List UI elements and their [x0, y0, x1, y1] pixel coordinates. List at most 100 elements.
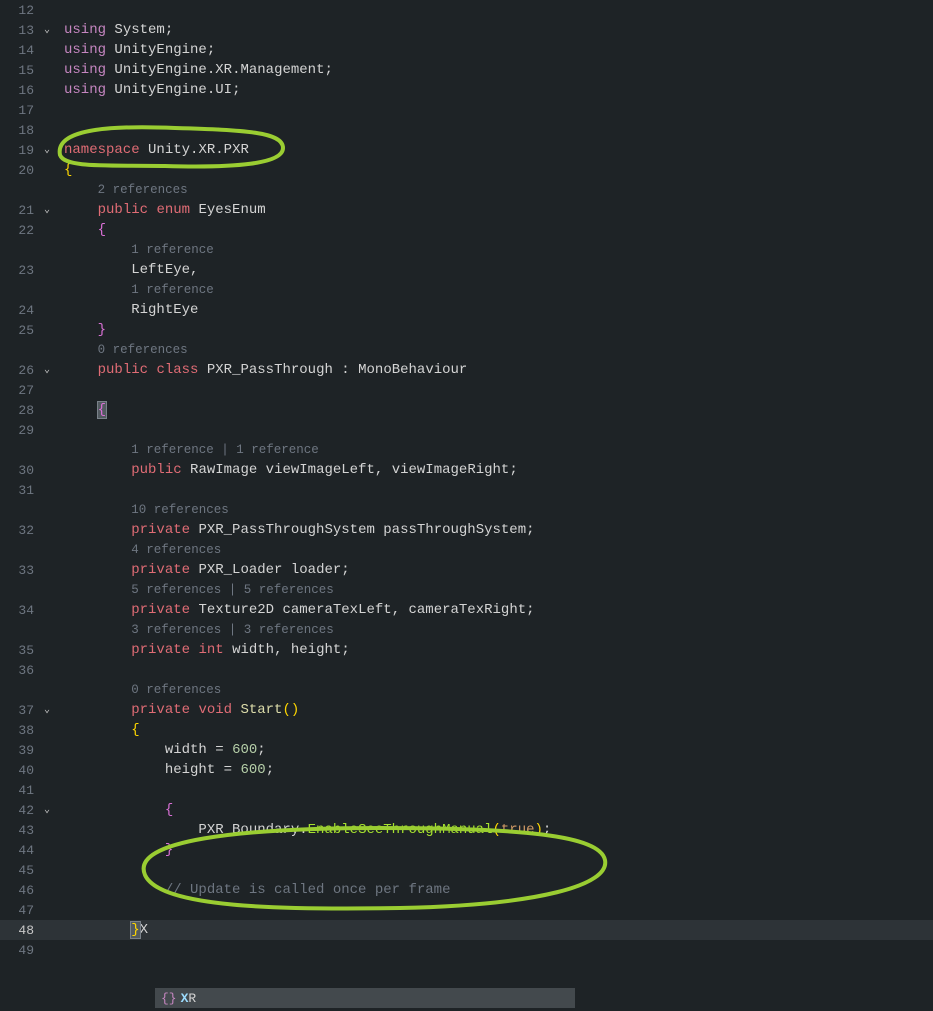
brace-highlight: }: [131, 922, 139, 938]
codelens[interactable]: 10 references: [0, 500, 933, 520]
line-number: 35: [0, 643, 40, 658]
code-line[interactable]: 12: [0, 0, 933, 20]
brace-highlight: {: [98, 402, 106, 418]
line-number: 31: [0, 483, 40, 498]
code-line[interactable]: 29: [0, 420, 933, 440]
identifier: cameraTexRight: [409, 602, 527, 618]
comment: // Update is called once per frame: [165, 882, 451, 898]
method-name: Start: [240, 702, 282, 718]
line-number: 29: [0, 423, 40, 438]
code-line[interactable]: 47: [0, 900, 933, 920]
line-number: 45: [0, 863, 40, 878]
code-line[interactable]: 49: [0, 940, 933, 960]
code-line[interactable]: 37 ⌄ private void Start(): [0, 700, 933, 720]
code-line[interactable]: 23 LeftEye,: [0, 260, 933, 280]
code-line[interactable]: 21 ⌄ public enum EyesEnum: [0, 200, 933, 220]
line-number: 42: [0, 803, 40, 818]
code-line[interactable]: 28 {: [0, 400, 933, 420]
code-editor[interactable]: 12 13 ⌄ using System; 14 using UnityEngi…: [0, 0, 933, 960]
code-line[interactable]: 45: [0, 860, 933, 880]
codelens[interactable]: 5 references | 5 references: [0, 580, 933, 600]
code-line[interactable]: 18: [0, 120, 933, 140]
code-line[interactable]: 26 ⌄ public class PXR_PassThrough : Mono…: [0, 360, 933, 380]
type-name: EyesEnum: [198, 202, 265, 218]
identifier: X: [140, 922, 148, 938]
codelens[interactable]: 0 references: [0, 680, 933, 700]
code-line[interactable]: 44 }: [0, 840, 933, 860]
fold-toggle[interactable]: ⌄: [40, 24, 54, 36]
line-number: 46: [0, 883, 40, 898]
fold-toggle[interactable]: ⌄: [40, 364, 54, 376]
code-line[interactable]: 39 width = 600;: [0, 740, 933, 760]
code-line[interactable]: 41: [0, 780, 933, 800]
code-line[interactable]: 32 private PXR_PassThroughSystem passThr…: [0, 520, 933, 540]
fold-toggle[interactable]: ⌄: [40, 704, 54, 716]
keyword-private: private: [131, 562, 190, 578]
codelens-label: 5 references | 5 references: [131, 583, 334, 597]
code-line[interactable]: 33 private PXR_Loader loader;: [0, 560, 933, 580]
fold-toggle[interactable]: ⌄: [40, 144, 54, 156]
identifier: passThroughSystem: [383, 522, 526, 538]
intellisense-popup[interactable]: {} XR: [155, 988, 575, 1008]
codelens-label: 3 references | 3 references: [131, 623, 334, 637]
code-line[interactable]: 17: [0, 100, 933, 120]
keyword-using: using: [64, 22, 106, 38]
line-number: 12: [0, 3, 40, 18]
fold-toggle[interactable]: ⌄: [40, 804, 54, 816]
keyword-int: int: [198, 642, 223, 658]
identifier: cameraTexLeft: [282, 602, 391, 618]
codelens[interactable]: 3 references | 3 references: [0, 620, 933, 640]
code-line[interactable]: 24 RightEye: [0, 300, 933, 320]
line-number: 39: [0, 743, 40, 758]
line-number: 16: [0, 83, 40, 98]
codelens[interactable]: 0 references: [0, 340, 933, 360]
identifier: UnityEngine: [114, 82, 206, 98]
codelens-label: 0 references: [131, 683, 221, 697]
code-line[interactable]: 38 {: [0, 720, 933, 740]
keyword-void: void: [198, 702, 232, 718]
code-line[interactable]: 31: [0, 480, 933, 500]
codelens-label: 1 reference: [131, 283, 214, 297]
line-number: 48: [0, 923, 40, 938]
code-line[interactable]: 16 using UnityEngine.UI;: [0, 80, 933, 100]
identifier: width: [232, 642, 274, 658]
codelens[interactable]: 1 reference: [0, 240, 933, 260]
code-line[interactable]: 27: [0, 380, 933, 400]
code-line[interactable]: 25 }: [0, 320, 933, 340]
code-line-active[interactable]: 48 }X: [0, 920, 933, 940]
codelens[interactable]: 2 references: [0, 180, 933, 200]
identifier: UnityEngine: [114, 42, 206, 58]
codelens[interactable]: 1 reference: [0, 280, 933, 300]
identifier: viewImageLeft: [266, 462, 375, 478]
identifier: Management: [240, 62, 324, 78]
fold-toggle[interactable]: ⌄: [40, 204, 54, 216]
type-name: RawImage: [190, 462, 257, 478]
code-line[interactable]: 46 // Update is called once per frame: [0, 880, 933, 900]
code-line[interactable]: 14 using UnityEngine;: [0, 40, 933, 60]
code-line[interactable]: 36: [0, 660, 933, 680]
identifier: UI: [215, 82, 232, 98]
line-number: 30: [0, 463, 40, 478]
keyword-class: class: [156, 362, 198, 378]
line-number: 44: [0, 843, 40, 858]
line-number: 34: [0, 603, 40, 618]
line-number: 18: [0, 123, 40, 138]
codelens[interactable]: 4 references: [0, 540, 933, 560]
code-line[interactable]: 42 ⌄ {: [0, 800, 933, 820]
code-line[interactable]: 30 public RawImage viewImageLeft, viewIm…: [0, 460, 933, 480]
line-number: 19: [0, 143, 40, 158]
code-line[interactable]: 22 {: [0, 220, 933, 240]
line-number: 14: [0, 43, 40, 58]
code-line[interactable]: 43 PXR_Boundary.EnableSeeThroughManual(t…: [0, 820, 933, 840]
line-number: 28: [0, 403, 40, 418]
code-line[interactable]: 19 ⌄ namespace Unity.XR.PXR: [0, 140, 933, 160]
code-line[interactable]: 34 private Texture2D cameraTexLeft, came…: [0, 600, 933, 620]
code-line[interactable]: 15 using UnityEngine.XR.Management;: [0, 60, 933, 80]
codelens[interactable]: 1 reference | 1 reference: [0, 440, 933, 460]
code-line[interactable]: 20 {: [0, 160, 933, 180]
code-line[interactable]: 13 ⌄ using System;: [0, 20, 933, 40]
code-line[interactable]: 35 private int width, height;: [0, 640, 933, 660]
code-line[interactable]: 40 height = 600;: [0, 760, 933, 780]
number-literal: 600: [232, 742, 257, 758]
line-number: 43: [0, 823, 40, 838]
